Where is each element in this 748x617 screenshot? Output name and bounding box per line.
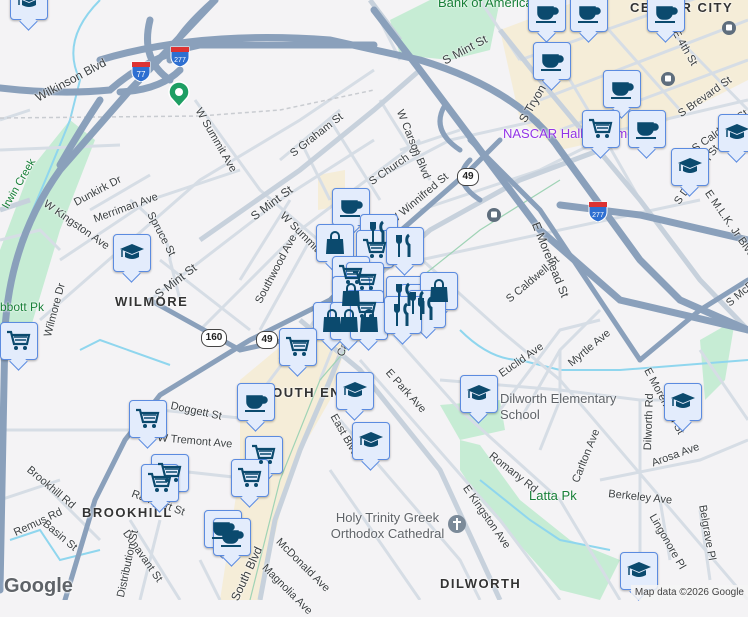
school-icon <box>467 385 491 400</box>
dilworth-elementary-label[interactable]: Dilworth Elementary School <box>500 391 630 423</box>
transit-station-icon[interactable] <box>661 72 675 91</box>
shopping-bag-icon <box>360 309 378 332</box>
school-marker[interactable] <box>113 234 151 272</box>
school-icon <box>627 562 651 577</box>
route-49-shield: 49 <box>457 168 479 186</box>
cart-marker[interactable] <box>231 459 269 497</box>
restaurant-icon <box>394 302 409 326</box>
neighborhood-label: WILMORE <box>115 294 189 309</box>
interstate-77-shield: 77 <box>130 60 152 83</box>
school-marker[interactable] <box>336 372 374 410</box>
coffee-icon <box>245 395 268 412</box>
coffee-marker[interactable] <box>237 383 275 421</box>
location-pin-icon[interactable] <box>167 80 191 113</box>
cathedral-cross-icon[interactable] <box>447 514 467 539</box>
cart-icon <box>136 408 160 428</box>
coffee-icon <box>655 6 678 23</box>
coffee-icon <box>611 82 634 99</box>
cart-marker[interactable] <box>279 328 317 366</box>
coffee-marker[interactable] <box>533 42 571 80</box>
shopping-bag-marker[interactable] <box>316 224 354 262</box>
svg-text:277: 277 <box>592 212 604 219</box>
bank-of-america-stadium-label[interactable]: Bank of America <box>438 0 533 10</box>
cart-icon <box>363 238 387 258</box>
shopping-bag-marker[interactable] <box>350 302 388 340</box>
interstate-277-shield: 277 <box>169 45 191 68</box>
cart-marker[interactable] <box>141 464 179 502</box>
svg-text:277: 277 <box>174 57 186 64</box>
school-icon <box>359 432 383 447</box>
coffee-marker[interactable] <box>570 0 608 32</box>
school-icon <box>725 124 748 139</box>
school-icon <box>678 158 702 173</box>
school-marker[interactable] <box>10 0 48 20</box>
school-marker[interactable] <box>620 552 658 590</box>
school-marker[interactable] <box>718 114 748 152</box>
transit-station-icon[interactable] <box>487 208 501 227</box>
coffee-marker[interactable] <box>213 518 251 556</box>
holy-trinity-cathedral-label[interactable]: Holy Trinity Greek Orthodox Cathedral <box>330 510 445 542</box>
route-160-shield: 160 <box>201 329 227 347</box>
cart-icon <box>7 330 31 350</box>
coffee-icon <box>340 200 363 217</box>
latta-park-label[interactable]: Latta Pk <box>529 488 577 503</box>
cart-icon <box>238 467 262 487</box>
school-marker[interactable] <box>664 383 702 421</box>
route-49-shield: 49 <box>256 331 278 349</box>
school-marker[interactable] <box>352 422 390 460</box>
school-icon <box>18 0 36 7</box>
google-logo[interactable]: Google <box>4 575 73 598</box>
shopping-bag-icon <box>326 231 344 254</box>
svg-text:77: 77 <box>137 70 146 79</box>
interstate-277-shield: 277 <box>587 200 609 223</box>
school-marker[interactable] <box>671 148 709 186</box>
coffee-icon <box>221 530 244 547</box>
coffee-marker[interactable] <box>647 0 685 32</box>
cart-marker[interactable] <box>582 110 620 148</box>
cart-icon <box>148 472 172 492</box>
abbott-park-label[interactable]: Abbott Pk <box>0 300 44 314</box>
cart-icon <box>286 336 310 356</box>
school-icon <box>671 393 695 408</box>
cart-icon <box>589 118 613 138</box>
school-icon <box>120 244 144 259</box>
coffee-marker[interactable] <box>603 70 641 108</box>
restaurant-icon <box>418 296 433 320</box>
coffee-icon <box>578 6 601 23</box>
coffee-marker[interactable] <box>628 110 666 148</box>
cart-marker[interactable] <box>0 322 38 360</box>
coffee-icon <box>541 54 564 71</box>
coffee-icon <box>536 6 559 23</box>
coffee-icon <box>636 122 659 139</box>
school-icon <box>343 382 367 397</box>
restaurant-marker[interactable] <box>386 227 424 265</box>
map-attribution[interactable]: Map data ©2026 Google <box>630 585 748 600</box>
transit-station-icon[interactable] <box>722 21 736 40</box>
neighborhood-label: DILWORTH <box>440 576 522 591</box>
school-marker[interactable] <box>460 375 498 413</box>
restaurant-marker[interactable] <box>384 296 422 334</box>
street-label: Dilworth Rd <box>642 393 656 451</box>
coffee-marker[interactable] <box>528 0 566 32</box>
cart-marker[interactable] <box>129 400 167 438</box>
restaurant-icon <box>396 233 411 257</box>
